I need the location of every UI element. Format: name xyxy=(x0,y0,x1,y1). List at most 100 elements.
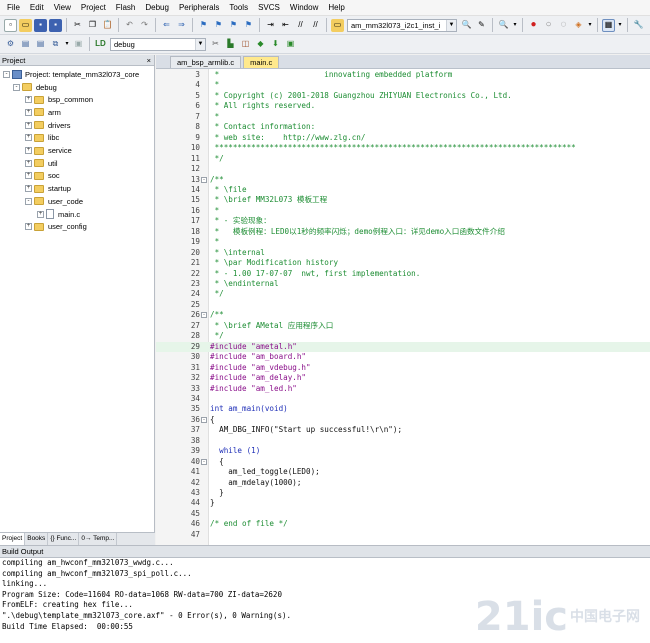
cut-icon[interactable]: ✂ xyxy=(71,19,84,32)
code-line[interactable]: 19 * xyxy=(156,237,650,247)
fold-toggle-icon[interactable]: - xyxy=(201,176,207,183)
code-line[interactable]: 18 * 模板例程：LED0以1秒的频率闪烁；demo例程入口：详见demo入口… xyxy=(156,227,650,237)
configure-icon[interactable]: 🔧 xyxy=(632,19,645,32)
select-packs-icon[interactable]: ◆ xyxy=(254,38,267,51)
code-line[interactable]: 38 xyxy=(156,436,650,446)
code-line[interactable]: 22 * - 1.00 17-07-07 nwt, first implemen… xyxy=(156,269,650,279)
close-icon[interactable]: × xyxy=(147,55,154,65)
collapse-icon[interactable]: - xyxy=(25,197,32,205)
chevron-down-icon[interactable]: ▼ xyxy=(195,38,205,50)
collapse-icon[interactable]: - xyxy=(13,83,20,91)
indent-icon[interactable]: ⇥ xyxy=(264,19,277,32)
code-line[interactable]: 12 xyxy=(156,164,650,174)
code-line[interactable]: 28 */ xyxy=(156,331,650,341)
batch-build-icon[interactable]: ⧉ xyxy=(49,38,62,51)
code-line[interactable]: 46 /* end of file */ xyxy=(156,519,650,529)
expand-icon[interactable]: + xyxy=(25,121,32,129)
tree-target-debug[interactable]: - debug xyxy=(13,81,57,94)
code-line[interactable]: 5 * Copyright (c) 2001-2018 Guangzhou ZH… xyxy=(156,91,650,101)
expand-icon[interactable]: + xyxy=(25,159,32,167)
fold-toggle-icon[interactable]: - xyxy=(201,312,207,319)
code-line[interactable]: 31 #include "am_vdebug.h" xyxy=(156,363,650,373)
new-file-icon[interactable]: ▫ xyxy=(4,18,17,32)
chevron-down-icon[interactable]: ▾ xyxy=(64,38,70,51)
collapse-icon[interactable]: - xyxy=(3,70,10,78)
find-file-icon[interactable]: ▭ xyxy=(331,18,344,32)
save-all-icon[interactable]: ▪ xyxy=(49,18,62,32)
editor-tab-am_bsp_armlib-c[interactable]: am_bsp_armlib.c xyxy=(170,56,242,68)
menu-item-tools[interactable]: Tools xyxy=(224,0,253,16)
expand-icon[interactable]: + xyxy=(25,223,32,231)
open-folder-icon[interactable]: ▭ xyxy=(19,18,32,32)
expand-icon[interactable]: + xyxy=(25,147,32,155)
code-line[interactable]: 45 xyxy=(156,509,650,519)
code-line[interactable]: 44} xyxy=(156,498,650,508)
download-icon[interactable]: LD xyxy=(94,38,107,51)
menu-item-view[interactable]: View xyxy=(49,0,76,16)
tree-group-arm[interactable]: + arm xyxy=(25,106,61,119)
unindent-icon[interactable]: ⇤ xyxy=(279,19,292,32)
target-options-icon[interactable]: ✂ xyxy=(209,38,222,51)
tree-group-user_config[interactable]: + user_config xyxy=(25,220,87,233)
stop-build-icon[interactable]: ▣ xyxy=(72,38,85,51)
tree-group-user_code[interactable]: - user_code xyxy=(25,195,83,208)
code-line[interactable]: 15 * \brief MM32L073 模板工程 xyxy=(156,195,650,205)
breakpoint-kill-icon[interactable]: ◈ xyxy=(572,19,585,32)
tree-group-drivers[interactable]: + drivers xyxy=(25,119,71,132)
expand-icon[interactable]: + xyxy=(37,210,44,218)
code-line[interactable]: 9 * web site: http://www.zlg.cn/ xyxy=(156,133,650,143)
panel-tab-2[interactable]: {} Func... xyxy=(48,533,80,545)
code-line[interactable]: 6 * All rights reserved. xyxy=(156,101,650,111)
rebuild-icon[interactable]: ▤ xyxy=(34,38,47,51)
code-line[interactable]: 20 * \internal xyxy=(156,248,650,258)
tree-group-bsp_common[interactable]: + bsp_common xyxy=(25,93,93,106)
build-icon[interactable]: ▤ xyxy=(19,38,32,51)
code-line[interactable]: 47 xyxy=(156,530,650,540)
tree-group-soc[interactable]: + soc xyxy=(25,170,60,183)
breakpoint-insert-icon[interactable]: ● xyxy=(527,19,540,32)
chevron-down-icon[interactable]: ▾ xyxy=(617,19,623,32)
expand-icon[interactable]: + xyxy=(25,185,32,193)
chevron-down-icon[interactable]: ▼ xyxy=(446,19,456,31)
menu-item-svcs[interactable]: SVCS xyxy=(253,0,285,16)
undo-icon[interactable]: ↶ xyxy=(123,19,136,32)
code-line[interactable]: 30 #include "am_board.h" xyxy=(156,352,650,362)
redo-icon[interactable]: ↷ xyxy=(138,19,151,32)
fold-toggle-icon[interactable]: - xyxy=(201,416,207,423)
code-line[interactable]: 29 #include "ametal.h" xyxy=(156,341,650,353)
menu-item-project[interactable]: Project xyxy=(76,0,111,16)
save-icon[interactable]: ▪ xyxy=(34,18,47,32)
chevron-down-icon[interactable]: ▾ xyxy=(512,19,518,32)
menu-item-help[interactable]: Help xyxy=(323,0,349,16)
code-line[interactable]: 11 */ xyxy=(156,154,650,164)
code-line[interactable]: 42 am_mdelay(1000); xyxy=(156,478,650,488)
debug-start-icon[interactable]: 🔍 xyxy=(497,19,510,32)
code-line[interactable]: 23 * \endinternal xyxy=(156,279,650,289)
bookmark-next-icon[interactable]: ⚑ xyxy=(227,19,240,32)
code-line[interactable]: 41 am_led_toggle(LED0); xyxy=(156,467,650,477)
code-view[interactable]: 3 * innovating embedded platform 4 * 5 * C… xyxy=(156,69,650,545)
bookmark-icon[interactable]: ⚑ xyxy=(197,19,210,32)
tree-group-service[interactable]: + service xyxy=(25,144,72,157)
code-line[interactable]: 13-/** xyxy=(156,175,650,185)
expand-icon[interactable]: + xyxy=(25,134,32,142)
pack-installer-icon[interactable]: ⬇ xyxy=(269,38,282,51)
copy-icon[interactable]: ❐ xyxy=(86,19,99,32)
nav-forward-icon[interactable]: ⇒ xyxy=(175,19,188,32)
panel-tab-3[interactable]: 0→ Temp... xyxy=(79,533,118,545)
code-line[interactable]: 25 xyxy=(156,300,650,310)
window-layout-icon[interactable]: ▦ xyxy=(602,18,615,32)
manage-components-icon[interactable]: ◫ xyxy=(239,38,252,51)
expand-icon[interactable]: + xyxy=(25,172,32,180)
menu-item-edit[interactable]: Edit xyxy=(25,0,49,16)
tree-group-util[interactable]: + util xyxy=(25,157,58,170)
breakpoint-clear-icon[interactable]: ◌ xyxy=(557,19,570,32)
code-line[interactable]: 27 * \brief AMetal 应用程序入口 xyxy=(156,321,650,331)
code-line[interactable]: 43 } xyxy=(156,488,650,498)
rte-icon[interactable]: ▣ xyxy=(284,38,297,51)
menu-item-file[interactable]: File xyxy=(2,0,25,16)
code-line[interactable]: 10 *************************************… xyxy=(156,143,650,153)
find-combo[interactable]: am_mm32l073_i2c1_inst_i ▼ xyxy=(347,18,457,32)
expand-icon[interactable]: + xyxy=(25,96,32,104)
code-line[interactable]: 7 * xyxy=(156,112,650,122)
